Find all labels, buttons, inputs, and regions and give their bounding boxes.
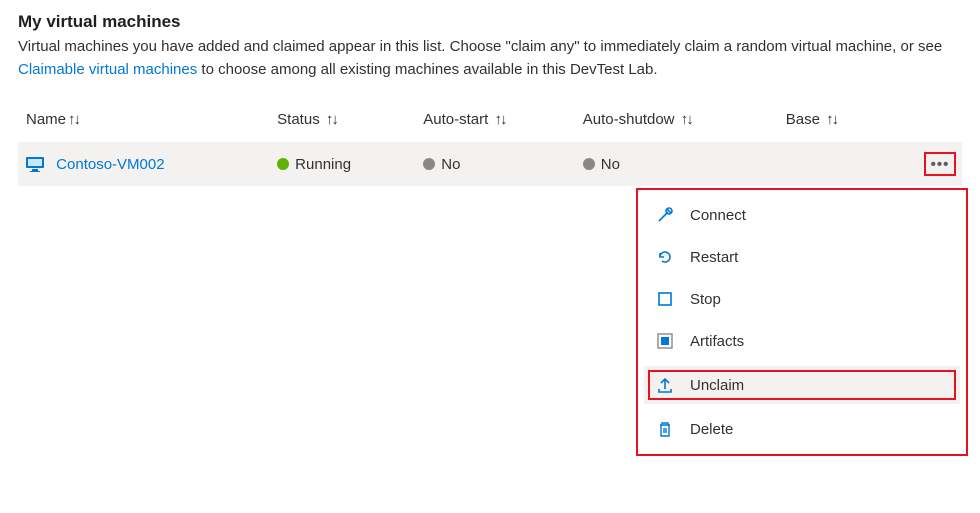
sort-icon: ↑↓ bbox=[326, 111, 337, 128]
off-dot-icon bbox=[583, 158, 595, 170]
col-header-autoshutdown[interactable]: Auto-shutdow ↑↓ bbox=[575, 101, 778, 142]
connect-icon bbox=[656, 206, 674, 224]
col-header-base[interactable]: Base ↑↓ bbox=[778, 101, 887, 142]
menu-label: Connect bbox=[690, 207, 746, 224]
row-actions-button[interactable]: ••• bbox=[924, 152, 956, 176]
menu-item-stop[interactable]: Stop bbox=[638, 278, 966, 320]
col-header-actions bbox=[887, 101, 962, 142]
sort-icon: ↑↓ bbox=[494, 111, 505, 128]
off-dot-icon bbox=[423, 158, 435, 170]
status-dot-icon bbox=[277, 158, 289, 170]
sort-icon: ↑↓ bbox=[681, 111, 692, 128]
vm-icon bbox=[26, 156, 44, 172]
menu-item-delete[interactable]: Delete bbox=[638, 408, 966, 450]
desc-text-post: to choose among all existing machines av… bbox=[201, 61, 657, 78]
page-title: My virtual machines bbox=[18, 12, 962, 32]
menu-item-connect[interactable]: Connect bbox=[638, 194, 966, 236]
sort-icon: ↑↓ bbox=[826, 111, 837, 128]
menu-item-unclaim[interactable]: Unclaim bbox=[644, 366, 960, 404]
page-description: Virtual machines you have added and clai… bbox=[18, 36, 962, 81]
autostart-text: No bbox=[441, 156, 460, 173]
vm-table: Name↑↓ Status ↑↓ Auto-start ↑↓ Auto-shut… bbox=[18, 101, 962, 186]
sort-icon: ↑↓ bbox=[68, 111, 79, 128]
claimable-vms-link[interactable]: Claimable virtual machines bbox=[18, 61, 197, 78]
menu-label: Artifacts bbox=[690, 333, 744, 350]
menu-label: Stop bbox=[690, 291, 721, 308]
context-menu: Connect Restart Stop Artifacts Unclaim D… bbox=[636, 188, 968, 456]
autoshutdown-text: No bbox=[601, 156, 620, 173]
artifacts-icon bbox=[656, 332, 674, 350]
unclaim-icon bbox=[656, 376, 674, 394]
menu-label: Delete bbox=[690, 421, 733, 438]
table-row[interactable]: Contoso-VM002 Running No No ••• bbox=[18, 142, 962, 186]
desc-text-pre: Virtual machines you have added and clai… bbox=[18, 38, 942, 55]
menu-label: Unclaim bbox=[690, 377, 744, 394]
vm-name-link[interactable]: Contoso-VM002 bbox=[56, 156, 164, 173]
ellipsis-icon: ••• bbox=[931, 156, 950, 173]
restart-icon bbox=[656, 248, 674, 266]
menu-item-restart[interactable]: Restart bbox=[638, 236, 966, 278]
stop-icon bbox=[656, 290, 674, 308]
base-cell bbox=[778, 142, 887, 186]
col-header-status[interactable]: Status ↑↓ bbox=[269, 101, 415, 142]
col-header-name[interactable]: Name↑↓ bbox=[18, 101, 269, 142]
col-header-autostart[interactable]: Auto-start ↑↓ bbox=[415, 101, 575, 142]
menu-label: Restart bbox=[690, 249, 738, 266]
delete-icon bbox=[656, 420, 674, 438]
status-text: Running bbox=[295, 156, 351, 173]
menu-item-artifacts[interactable]: Artifacts bbox=[638, 320, 966, 362]
